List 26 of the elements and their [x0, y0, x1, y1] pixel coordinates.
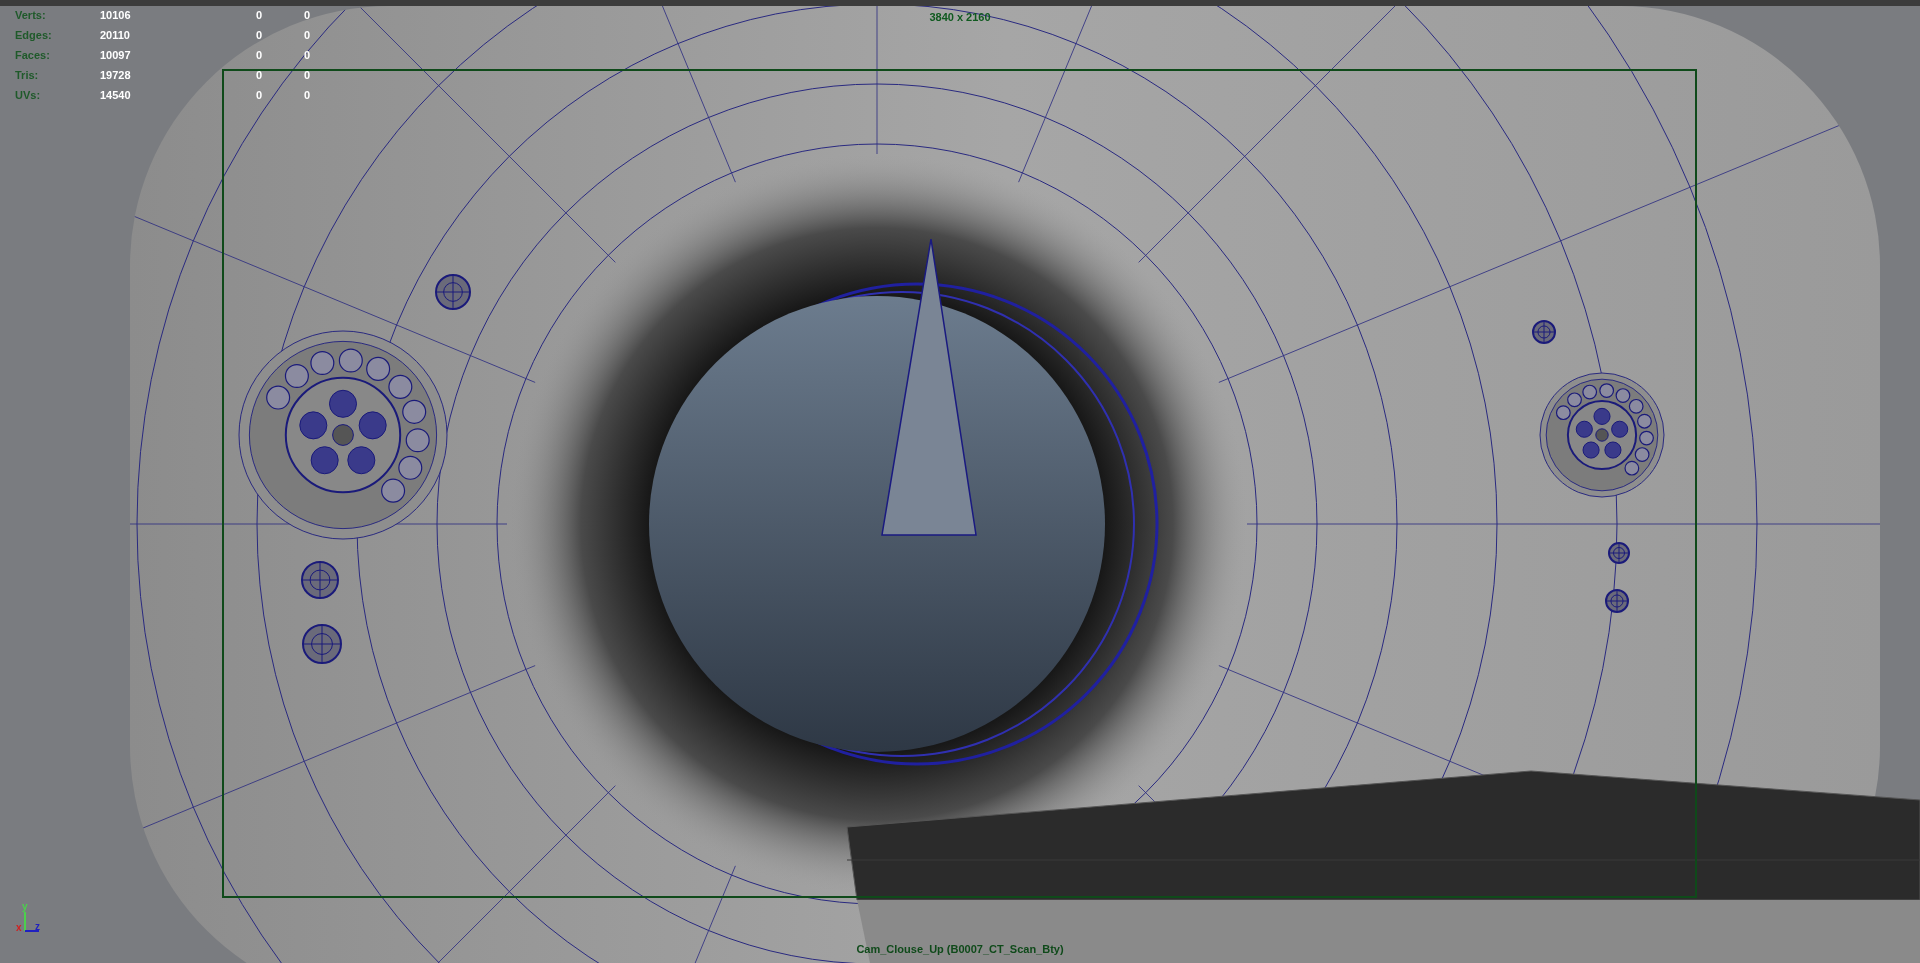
stat-value: 0	[254, 28, 263, 43]
stat-value: 0	[302, 68, 310, 83]
stat-value: 0	[302, 48, 310, 63]
stat-value: 0	[254, 8, 263, 23]
axis-z-label: z	[35, 922, 40, 932]
axis-lines-icon	[24, 912, 40, 932]
axis-x-label: x	[16, 923, 22, 933]
stat-value: 10097	[100, 48, 132, 63]
stat-label: Tris:	[15, 68, 40, 83]
stat-value: 19728	[100, 68, 132, 83]
stat-value: 0	[254, 68, 263, 83]
resolution-text: 3840 x 2160	[929, 10, 991, 25]
stat-value: 0	[302, 28, 310, 43]
stat-value: 14540	[100, 88, 132, 103]
stat-label: Faces:	[15, 48, 51, 63]
stat-value: 20110	[100, 28, 131, 43]
stat-value: 0	[254, 88, 263, 103]
stat-label: Edges:	[15, 28, 53, 43]
axis-y-label: y	[22, 902, 28, 912]
stat-value: 10106	[100, 8, 132, 23]
stat-label: UVs:	[15, 88, 42, 103]
stat-value: 0	[302, 88, 310, 103]
stat-value: 0	[302, 8, 310, 23]
camera-label: Cam_Clouse_Up (B0007_CT_Scan_Bty)	[856, 942, 1064, 957]
stat-value: 0	[254, 48, 263, 63]
stat-label: Verts:	[15, 8, 47, 23]
